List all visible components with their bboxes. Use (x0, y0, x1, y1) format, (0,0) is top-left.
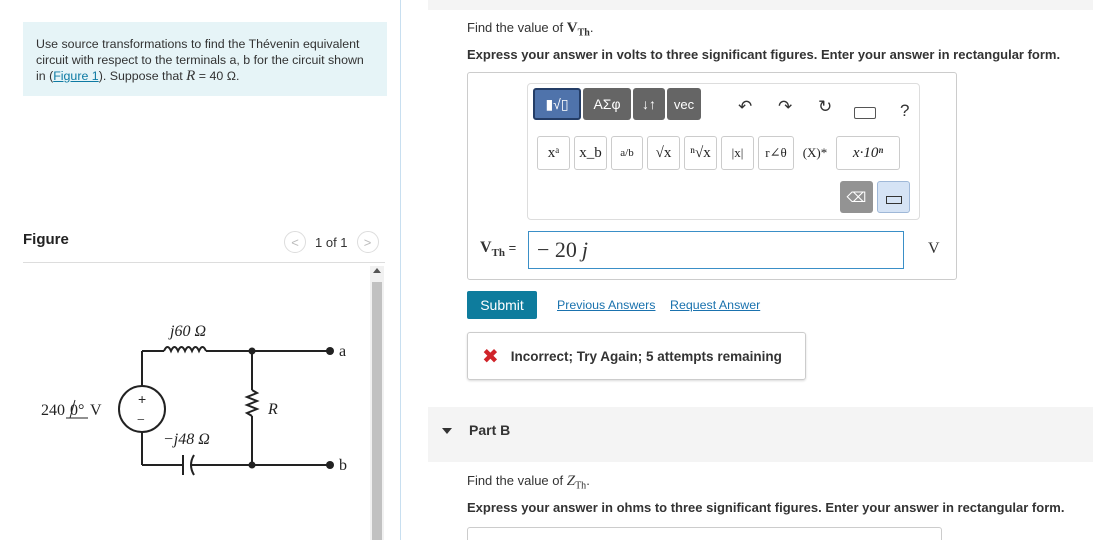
toolbar-main-buttons: ▮√▯ ΑΣφ ↓↑ vec (533, 88, 701, 120)
undo-icon[interactable]: ↶ (738, 97, 752, 117)
keyboard-icon (885, 196, 902, 204)
part-a-question: Find the value of VTh. (467, 20, 593, 39)
question-var: V (566, 20, 578, 36)
source-label: 240 (41, 402, 65, 419)
answer-imag-unit: j (581, 237, 589, 262)
backspace-icon: ⌫ (846, 188, 867, 205)
feedback-box: ✖ Incorrect; Try Again; 5 attempts remai… (467, 332, 806, 380)
source-angle: 0° (70, 402, 84, 419)
delete-button[interactable]: ⌫ (840, 181, 873, 213)
answer-label-eq: = (505, 240, 517, 255)
answer-input[interactable]: − 20 j (528, 231, 904, 269)
problem-text-2: ). Suppose that (98, 69, 187, 83)
fraction-button[interactable]: a/b (611, 136, 643, 170)
vec-button[interactable]: vec (667, 88, 701, 120)
figure-scrollbar[interactable] (370, 266, 384, 540)
problem-statement: Use source transformations to find the T… (23, 22, 387, 96)
inductor-symbol (163, 346, 207, 354)
source-minus: − (137, 413, 145, 428)
figure-pager: < 1 of 1 > (284, 231, 379, 253)
redo-icon[interactable]: ↷ (778, 97, 792, 117)
error-x-icon: ✖ (482, 345, 499, 368)
abs-button[interactable]: |x| (721, 136, 754, 170)
scroll-up-arrow-icon[interactable] (373, 268, 381, 273)
answer-label-sub: Th (491, 247, 506, 260)
polar-button[interactable]: r∠θ (758, 136, 794, 170)
source-unit: V (90, 402, 102, 419)
scrollbar-thumb[interactable] (372, 282, 382, 540)
terminal-b-label: b (339, 457, 347, 474)
part-b-instruction: Express your answer in ohms to three sig… (467, 500, 1065, 515)
figure-divider (23, 262, 385, 263)
help-icon[interactable]: ? (900, 101, 909, 121)
question-prefix: Find the value of (467, 20, 567, 35)
question-sub: Th (577, 27, 590, 39)
sqrt-button[interactable]: √x (647, 136, 680, 170)
part-a-instruction: Express your answer in volts to three si… (467, 47, 1061, 62)
page-indicator: 1 of 1 (315, 234, 348, 250)
question-sub: Th (575, 480, 587, 492)
previous-answers-link[interactable]: Previous Answers (557, 298, 655, 312)
question-prefix: Find the value of (467, 473, 567, 488)
part-b-label: Part B (469, 422, 511, 438)
r-value: = 40 Ω. (195, 69, 240, 83)
answer-label: VTh = (480, 239, 516, 259)
collapse-triangle-icon[interactable] (442, 428, 452, 434)
pane-divider (400, 0, 401, 540)
answer-unit: V (928, 240, 940, 257)
source-plus: + (138, 391, 146, 407)
request-answer-link[interactable]: Request Answer (670, 298, 760, 312)
circuit-diagram: + − 240 0° V j60 Ω −j48 Ω R a b (41, 323, 347, 476)
terminal-a-label: a (339, 343, 346, 360)
part-b-header[interactable]: Part B (428, 407, 1093, 462)
submit-button[interactable]: Submit (467, 291, 537, 319)
junction-dot (248, 347, 256, 355)
part-a-header-band (428, 0, 1093, 10)
greek-button[interactable]: ΑΣφ (583, 88, 631, 120)
inductor-label: j60 Ω (168, 323, 206, 340)
prev-figure-button[interactable]: < (284, 231, 306, 253)
question-var: Z (566, 473, 576, 489)
conjugate-button[interactable]: (X)* (798, 136, 832, 170)
feedback-text: Incorrect; Try Again; 5 attempts remaini… (510, 348, 782, 364)
figure-title: Figure (23, 231, 69, 248)
superscript-button[interactable]: xᵃ (537, 136, 570, 170)
resistor-symbol (244, 389, 260, 417)
math-button-row: xᵃ x_b a/b √x ⁿ√x |x| r∠θ (X)* x·10ⁿ (537, 136, 900, 170)
arrows-button[interactable]: ↓↑ (633, 88, 665, 120)
scientific-notation-button[interactable]: x·10ⁿ (836, 136, 900, 170)
part-b-question: Find the value of ZTh. (467, 473, 590, 492)
junction-dot (248, 461, 256, 469)
capacitor-label: −j48 Ω (163, 431, 210, 448)
reset-icon[interactable]: ↻ (818, 97, 832, 117)
figure-link[interactable]: Figure 1 (53, 69, 98, 83)
keyboard-shortcuts-icon[interactable] (854, 107, 876, 119)
templates-button[interactable]: ▮√▯ (533, 88, 581, 120)
terminal-a-dot (326, 347, 334, 355)
part-b-answer-box (467, 527, 942, 540)
question-suffix: . (586, 473, 590, 488)
r-symbol: R (186, 68, 196, 84)
terminal-b-dot (326, 461, 334, 469)
keyboard-toggle-button[interactable] (877, 181, 910, 213)
resistor-label: R (267, 401, 278, 418)
nth-root-button[interactable]: ⁿ√x (684, 136, 717, 170)
question-suffix: . (589, 20, 594, 35)
answer-label-var: V (480, 239, 492, 256)
subscript-button[interactable]: x_b (574, 136, 607, 170)
answer-value: − 20 (537, 237, 577, 262)
next-figure-button[interactable]: > (356, 231, 379, 253)
